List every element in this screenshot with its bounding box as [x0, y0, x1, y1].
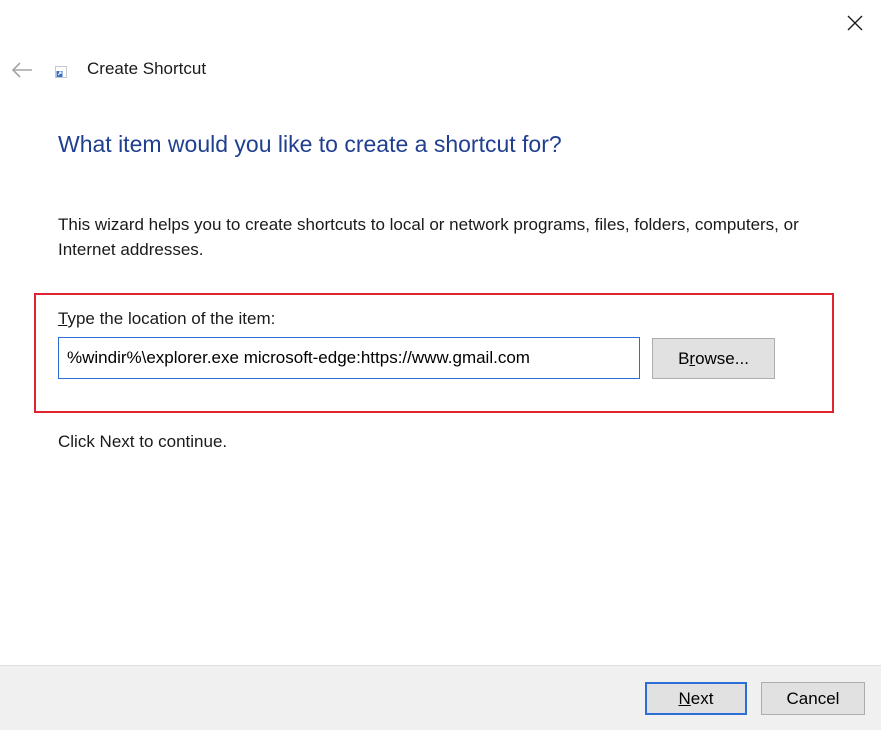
location-label-text: ype the location of the item:: [67, 309, 276, 328]
browse-label-end: owse...: [695, 348, 749, 368]
back-button[interactable]: [8, 56, 36, 84]
cancel-button[interactable]: Cancel: [761, 682, 865, 715]
shortcut-icon: [55, 66, 67, 78]
page-heading: What item would you like to create a sho…: [58, 131, 562, 157]
close-button[interactable]: [840, 8, 870, 38]
wizard-footer: [0, 665, 881, 730]
create-shortcut-window: Create Shortcut What item would you like…: [0, 0, 881, 730]
back-arrow-icon: [11, 62, 32, 78]
location-label: Type the location of the item:: [58, 309, 275, 329]
browse-button[interactable]: Br owse...: [652, 338, 775, 379]
next-label-text: ext: [690, 688, 714, 708]
wizard-description: This wizard helps you to create shortcut…: [58, 215, 799, 259]
next-button[interactable]: Next: [645, 682, 747, 715]
close-icon: [847, 15, 863, 31]
location-input[interactable]: [58, 337, 640, 379]
next-label-mnemonic: N: [678, 688, 691, 708]
browse-label-start: B: [678, 348, 690, 368]
window-title: Create Shortcut: [87, 59, 207, 78]
continue-instruction: Click Next to continue.: [58, 432, 228, 451]
